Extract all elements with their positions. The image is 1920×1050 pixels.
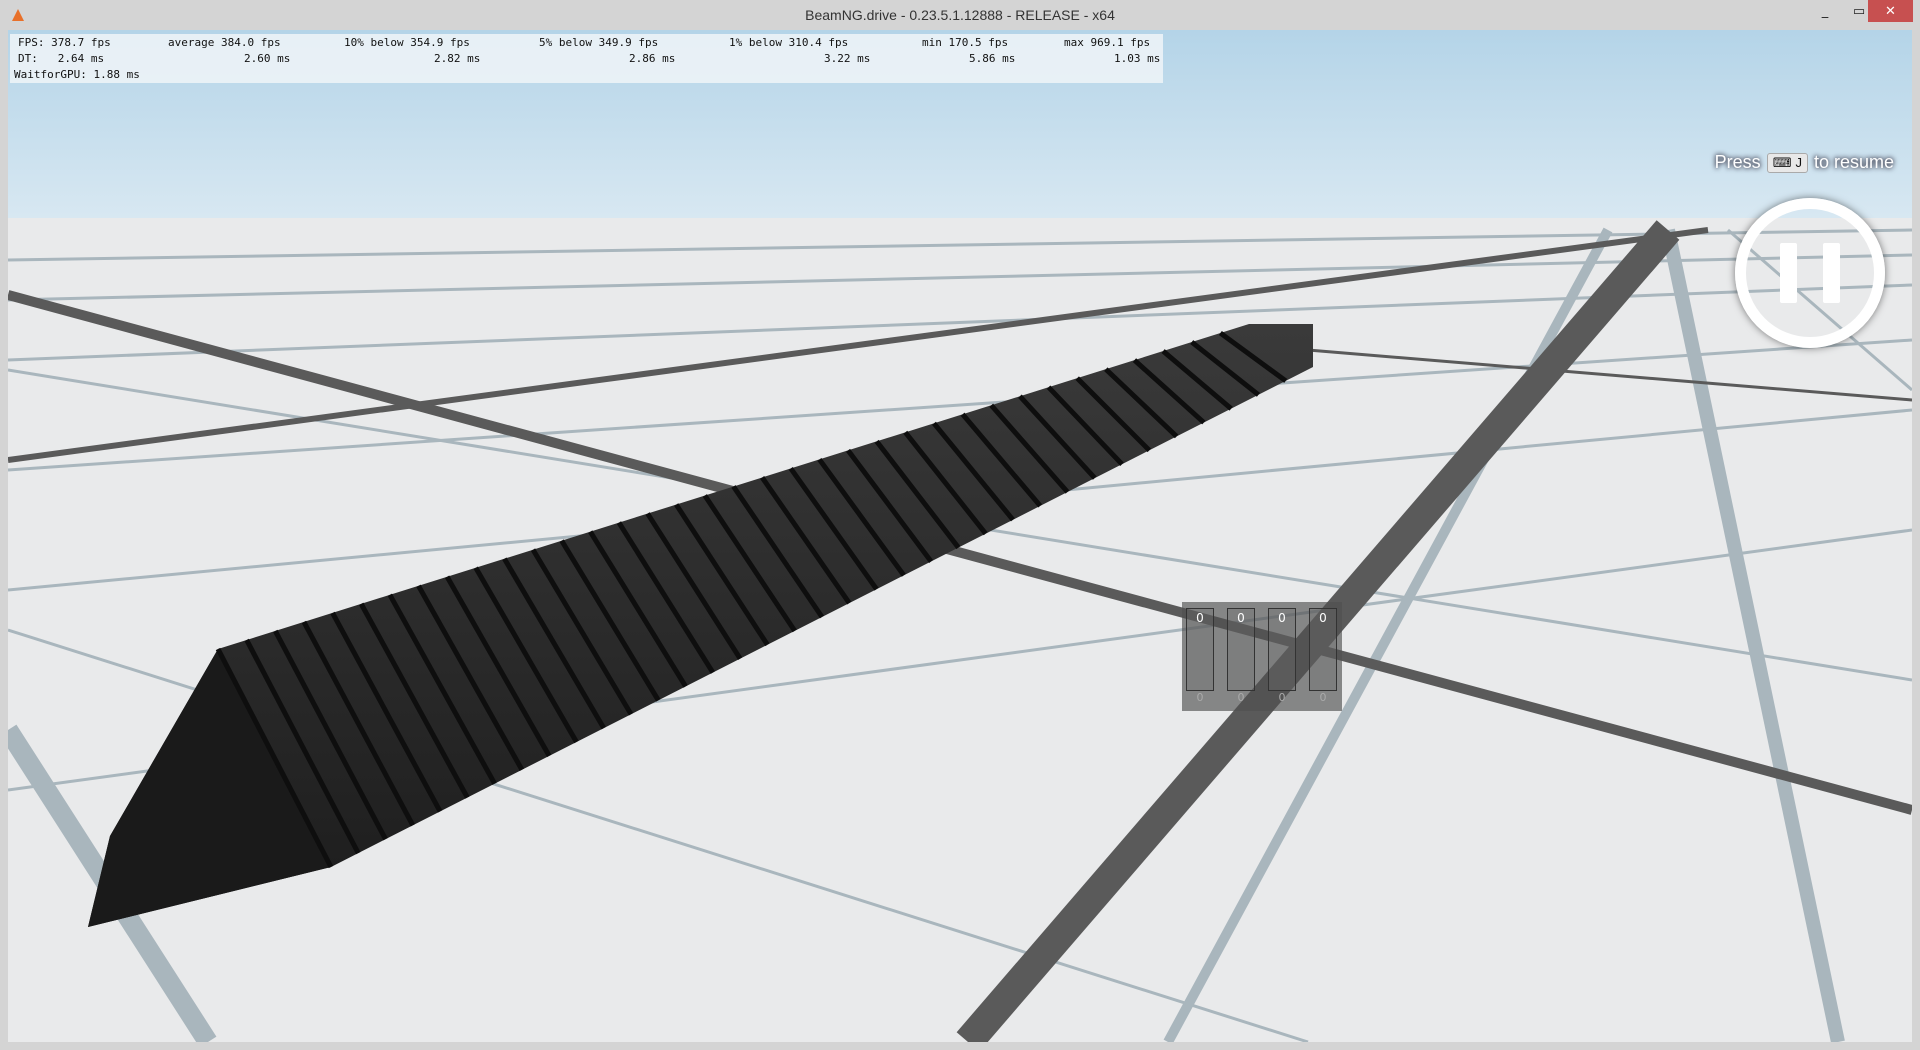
dt-stat: 2.86 ms <box>629 52 676 65</box>
input-bar: 0 <box>1227 608 1255 691</box>
keyboard-icon: ⌨ <box>1772 154 1792 170</box>
key-badge: ⌨ J <box>1766 152 1808 173</box>
dt-stat: 2.60 ms <box>244 52 291 65</box>
input-bar: 0 <box>1186 608 1214 691</box>
3d-scene <box>8 30 1912 1042</box>
input-bar: 0 <box>1268 608 1296 691</box>
title-bar: BeamNG.drive - 0.23.5.1.12888 - RELEASE … <box>0 0 1920 30</box>
fps-stat: max 969.1 fps <box>1064 36 1151 49</box>
input-min-value: 0 <box>1319 691 1327 704</box>
input-value: 0 <box>1237 611 1245 625</box>
input-min-value: 0 <box>1196 691 1204 704</box>
resume-label: to resume <box>1813 152 1894 172</box>
input-value: 0 <box>1278 611 1286 625</box>
fps-stat: 1% below 310.4 fps <box>729 36 849 49</box>
pause-icon[interactable] <box>1735 198 1885 348</box>
wait-for-gpu: WaitforGPU: 1.88 ms <box>14 68 140 81</box>
input-bar: 0 <box>1309 608 1337 691</box>
key-label: J <box>1795 155 1802 170</box>
fps-stat: average 384.0 fps <box>168 36 281 49</box>
fps-stat: min 170.5 fps <box>922 36 1009 49</box>
minimize-button[interactable]: _ <box>1808 0 1842 22</box>
dt-stat: 3.22 ms <box>824 52 871 65</box>
close-button[interactable]: ✕ <box>1868 0 1913 22</box>
window-title: BeamNG.drive - 0.23.5.1.12888 - RELEASE … <box>805 7 1115 23</box>
input-value: 0 <box>1319 611 1327 625</box>
fps-stat: FPS: 378.7 fps <box>18 36 111 49</box>
input-widget: 0 0 0 0 0 0 0 0 <box>1182 602 1342 711</box>
input-min-value: 0 <box>1278 691 1286 704</box>
input-min-value: 0 <box>1237 691 1245 704</box>
input-value: 0 <box>1196 611 1204 625</box>
dt-stat: 2.82 ms <box>434 52 481 65</box>
dt-stat: DT: 2.64 ms <box>18 52 105 65</box>
fps-stats-panel: FPS: 378.7 fps average 384.0 fps 10% below… <box>10 34 1163 83</box>
press-label: Press <box>1714 152 1761 172</box>
game-viewport[interactable]: FPS: 378.7 fps average 384.0 fps 10% below… <box>8 30 1912 1042</box>
dt-stat: 1.03 ms <box>1114 52 1161 65</box>
fps-stat: 10% below 354.9 fps <box>344 36 470 49</box>
fps-stat: 5% below 349.9 fps <box>539 36 659 49</box>
dt-stat: 5.86 ms <box>969 52 1016 65</box>
resume-hint: Press ⌨ J to resume <box>1715 152 1894 173</box>
